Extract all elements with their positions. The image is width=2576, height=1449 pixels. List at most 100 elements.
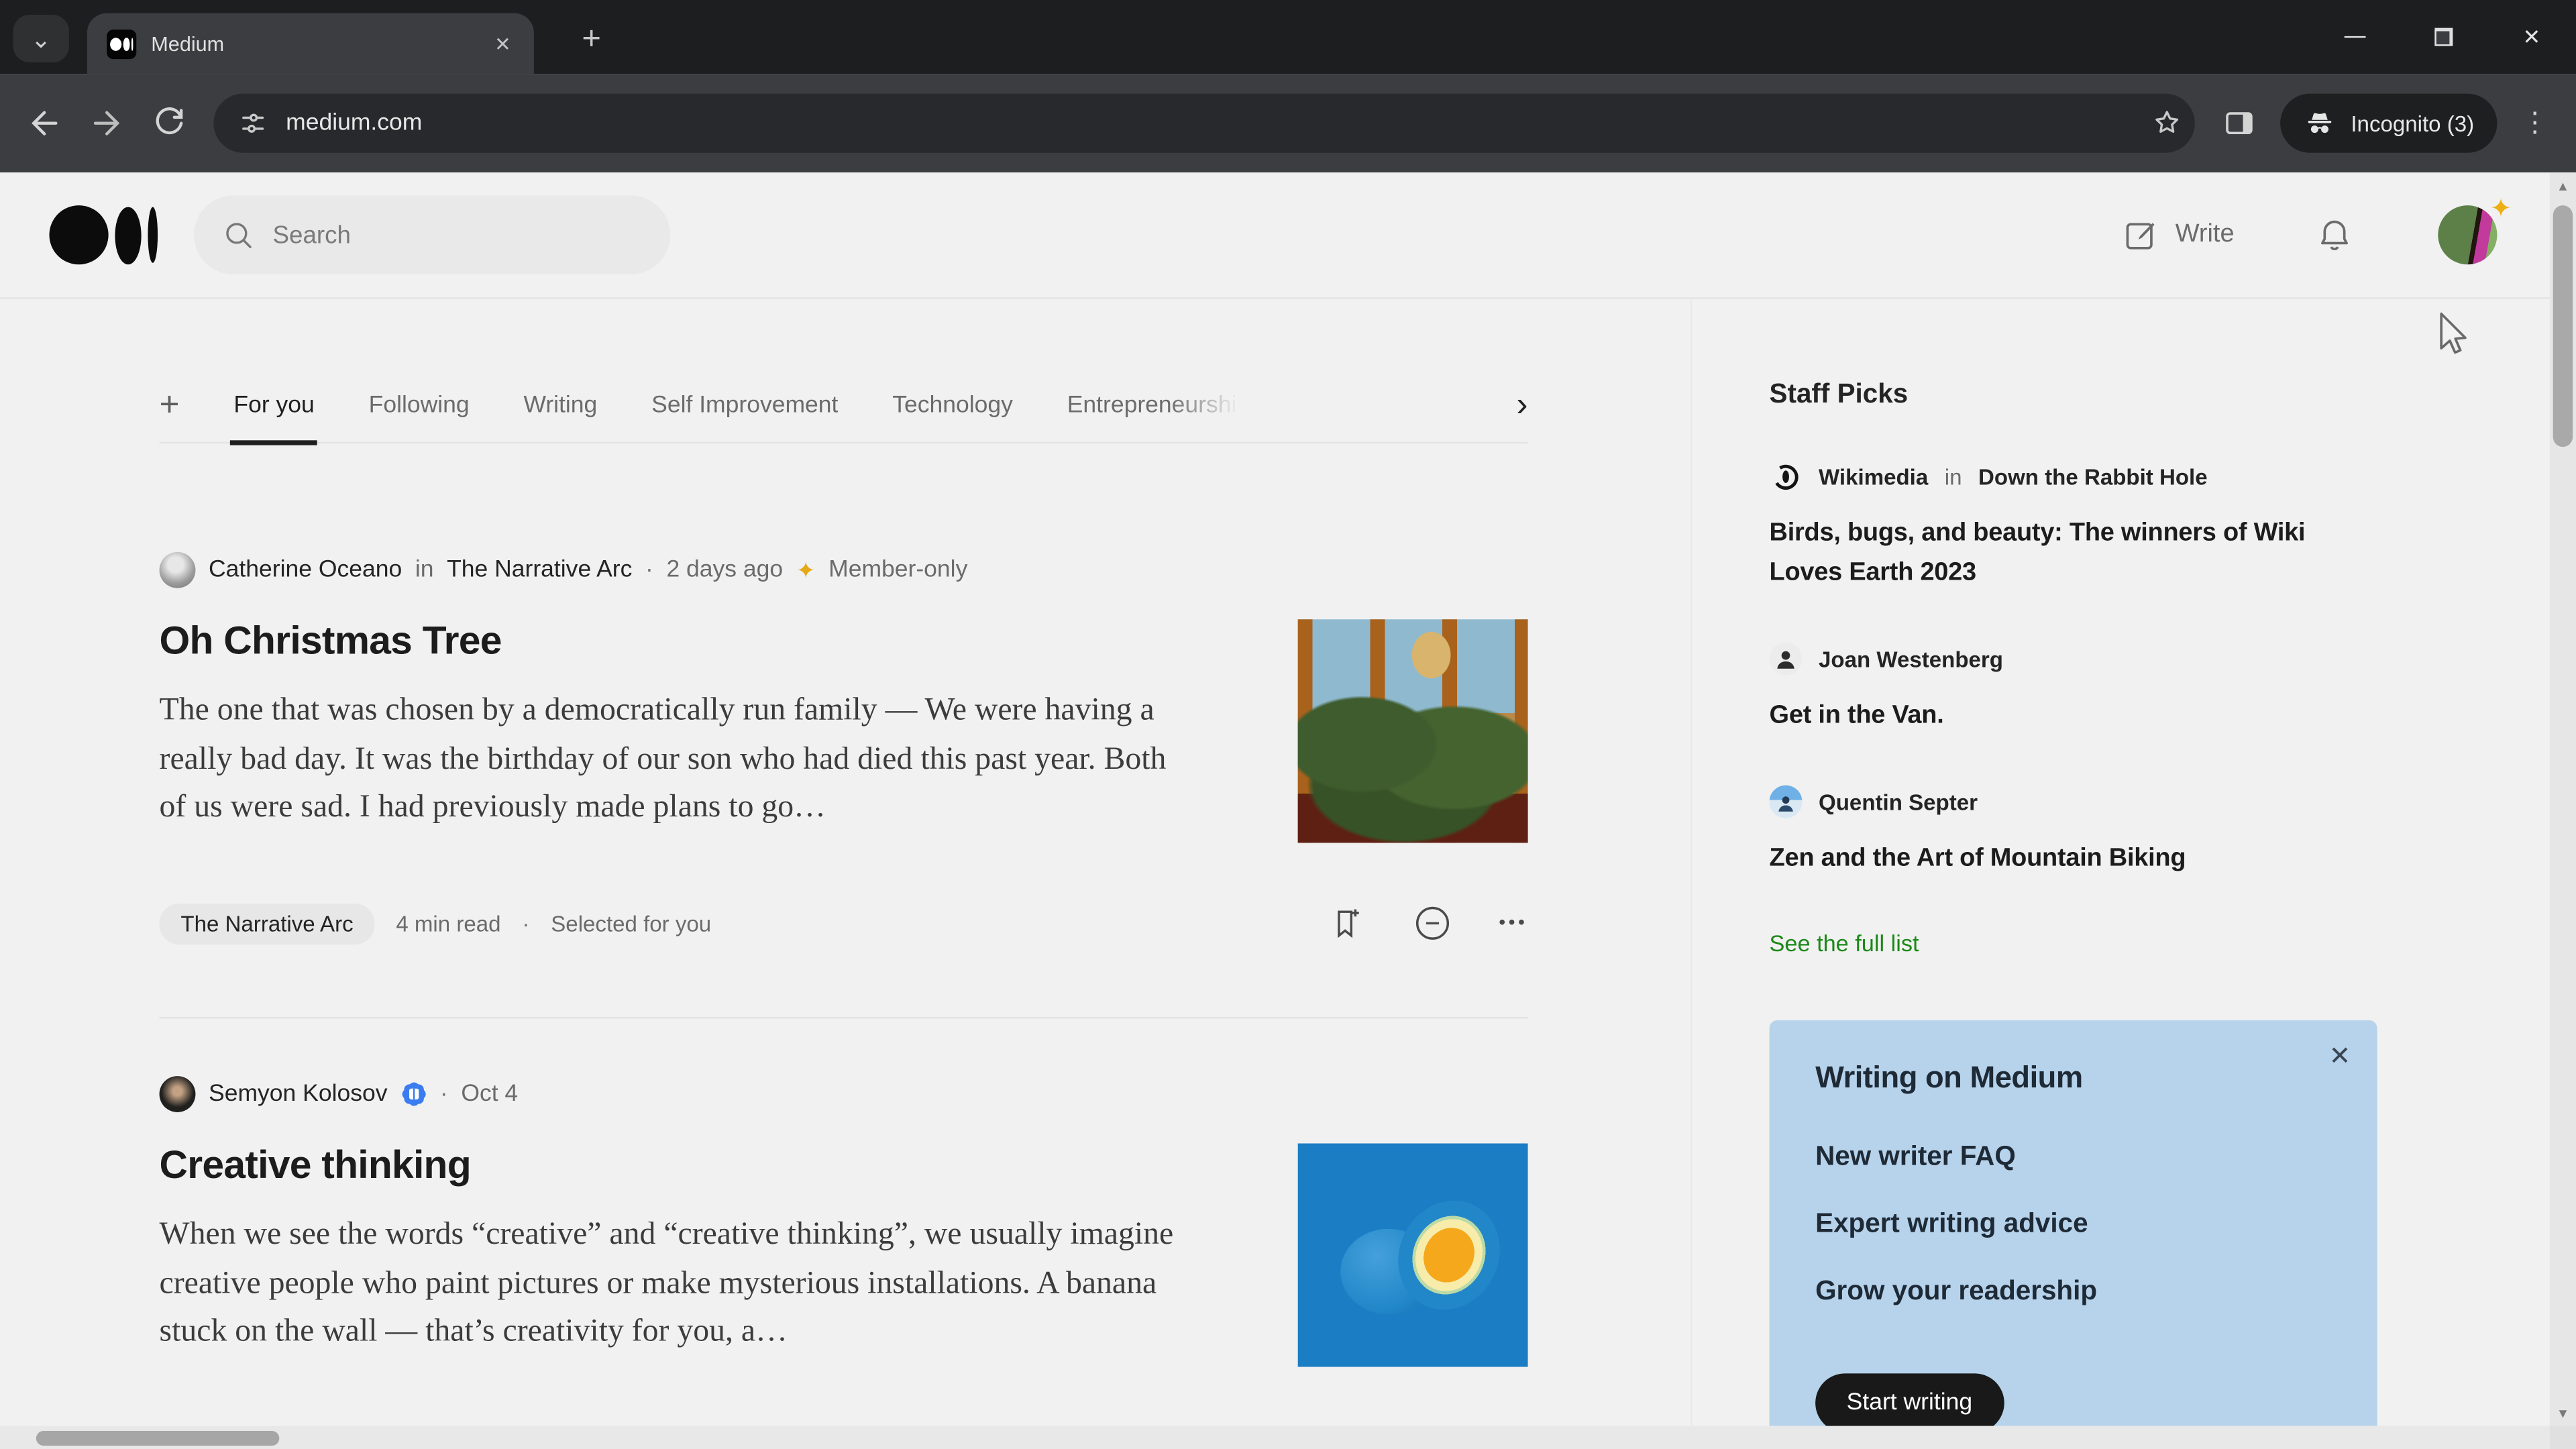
start-writing-button[interactable]: Start writing bbox=[1815, 1373, 2004, 1426]
search-icon bbox=[226, 223, 252, 248]
article-title[interactable]: Oh Christmas Tree bbox=[160, 619, 1211, 665]
staff-pick-item-2[interactable]: Joan Westenberg Get in the Van. bbox=[1769, 642, 2377, 737]
scrollbar-corner bbox=[2549, 1426, 2576, 1449]
window-restore-button[interactable] bbox=[2399, 0, 2487, 74]
tab-technology[interactable]: Technology bbox=[892, 369, 1013, 443]
separator: · bbox=[645, 557, 653, 584]
staff-pick-title[interactable]: Birds, bugs, and beauty: The winners of … bbox=[1770, 515, 2377, 594]
vertical-scroll-thumb[interactable] bbox=[2553, 205, 2573, 447]
article-thumbnail[interactable] bbox=[1297, 619, 1528, 843]
window-minimize-button[interactable] bbox=[2310, 0, 2398, 74]
vertical-scrollbar[interactable]: ▲ ▼ bbox=[2549, 172, 2576, 1426]
article-byline: Catherine Oceano in The Narrative Arc · … bbox=[159, 551, 1528, 588]
writing-on-medium-card: ✕ Writing on Medium New writer FAQ Exper… bbox=[1769, 1020, 2377, 1426]
browser-tab-medium[interactable]: Medium ✕ bbox=[87, 13, 534, 74]
tab-entrepreneurship[interactable]: Entrepreneurship bbox=[1067, 369, 1250, 443]
tabs-scroll-right-button[interactable]: › bbox=[1516, 369, 1527, 443]
new-tab-button[interactable]: + bbox=[568, 16, 614, 62]
add-topic-button[interactable]: + bbox=[160, 369, 180, 443]
publication-name[interactable]: The Narrative Arc bbox=[447, 557, 632, 583]
restore-icon bbox=[2434, 28, 2453, 46]
see-full-list-link[interactable]: See the full list bbox=[1770, 930, 2377, 956]
write-label: Write bbox=[2175, 220, 2235, 248]
author-avatar bbox=[1769, 642, 1803, 676]
tab-close-icon[interactable]: ✕ bbox=[491, 29, 514, 58]
medium-page: Write ✦ + For you Following Writing Self… bbox=[0, 172, 2576, 1426]
medium-logo[interactable] bbox=[49, 205, 158, 265]
bell-icon bbox=[2321, 220, 2348, 250]
premium-sparkle-icon: ✦ bbox=[2489, 195, 2512, 224]
article-footer: The Narrative Arc 4 min read · Selected … bbox=[159, 902, 1528, 945]
staff-pick-item-3[interactable]: Quentin Septer Zen and the Art of Mounta… bbox=[1769, 785, 2377, 879]
notifications-button[interactable] bbox=[2306, 207, 2362, 263]
scroll-down-arrow-icon[interactable]: ▼ bbox=[2550, 1406, 2576, 1421]
browser-toolbar: medium.com Incognito (3) ⋮ bbox=[0, 74, 2576, 173]
avatar-image bbox=[2438, 205, 2498, 265]
author-name[interactable]: Joan Westenberg bbox=[1819, 647, 2003, 672]
read-time: 4 min read bbox=[396, 910, 501, 936]
article-date: 2 days ago bbox=[666, 557, 784, 584]
write-icon bbox=[2126, 223, 2155, 250]
reload-button[interactable] bbox=[142, 95, 197, 151]
medium-favicon-icon bbox=[107, 28, 137, 58]
minimize-icon bbox=[2343, 36, 2365, 38]
tab-following[interactable]: Following bbox=[369, 369, 470, 443]
feed-column: + For you Following Writing Self Improve… bbox=[159, 369, 1528, 1367]
bookmark-star-icon[interactable] bbox=[2149, 105, 2185, 142]
user-avatar[interactable]: ✦ bbox=[2438, 195, 2512, 265]
selected-for-you-label: Selected for you bbox=[551, 910, 712, 936]
article-thumbnail[interactable] bbox=[1297, 1143, 1528, 1367]
author-avatar[interactable] bbox=[159, 1076, 196, 1112]
card-title: Writing on Medium bbox=[1815, 1059, 2083, 1095]
separator: · bbox=[439, 1081, 448, 1108]
incognito-icon bbox=[2308, 113, 2332, 133]
author-name[interactable]: Catherine Oceano bbox=[209, 557, 402, 583]
screen: ⌄ Medium ✕ + ✕ medium.com Incognito (3) … bbox=[0, 0, 2576, 1449]
incognito-badge[interactable]: Incognito (3) bbox=[2280, 93, 2498, 153]
staff-pick-item-1[interactable]: Wikimedia in Down the Rabbit Hole Birds,… bbox=[1770, 460, 2377, 593]
publication-name[interactable]: Down the Rabbit Hole bbox=[1978, 464, 2208, 489]
horizontal-scrollbar[interactable] bbox=[0, 1426, 2550, 1449]
staff-pick-title[interactable]: Get in the Van. bbox=[1770, 696, 2377, 736]
mouse-cursor bbox=[2440, 312, 2467, 354]
tab-self-improvement[interactable]: Self Improvement bbox=[651, 369, 838, 443]
browser-menu-button[interactable]: ⋮ bbox=[2510, 107, 2559, 140]
link-expert-writing-advice[interactable]: Expert writing advice bbox=[1815, 1210, 2331, 1250]
site-settings-icon bbox=[242, 113, 264, 133]
article-excerpt[interactable]: The one that was chosen by a democratica… bbox=[160, 687, 1178, 833]
tab-title: Medium bbox=[151, 32, 225, 56]
tab-writing[interactable]: Writing bbox=[523, 369, 597, 443]
show-less-icon[interactable] bbox=[1412, 902, 1455, 945]
side-panel-button[interactable] bbox=[2211, 95, 2267, 151]
search-input[interactable] bbox=[272, 221, 602, 250]
staff-pick-title[interactable]: Zen and the Art of Mountain Biking bbox=[1770, 840, 2377, 879]
more-options-icon[interactable]: ••• bbox=[1499, 914, 1528, 933]
author-name[interactable]: Semyon Kolosov bbox=[209, 1081, 387, 1107]
write-button[interactable]: Write bbox=[2121, 215, 2235, 255]
tab-for-you[interactable]: For you bbox=[230, 369, 319, 445]
scroll-up-arrow-icon[interactable]: ▲ bbox=[2550, 179, 2576, 194]
link-new-writer-faq[interactable]: New writer FAQ bbox=[1815, 1142, 2331, 1183]
back-button[interactable] bbox=[16, 95, 72, 151]
browser-tab-strip: ⌄ Medium ✕ + ✕ bbox=[0, 0, 2576, 74]
window-close-button[interactable]: ✕ bbox=[2487, 0, 2576, 74]
author-name[interactable]: Wikimedia bbox=[1819, 464, 1928, 489]
search-bar[interactable] bbox=[193, 195, 671, 274]
article-excerpt[interactable]: When we see the words “creative” and “cr… bbox=[160, 1211, 1178, 1357]
horizontal-scroll-thumb[interactable] bbox=[36, 1430, 280, 1445]
link-grow-your-readership[interactable]: Grow your readership bbox=[1815, 1277, 2331, 1318]
card-close-icon[interactable]: ✕ bbox=[2329, 1040, 2351, 1073]
forward-arrow-icon bbox=[93, 111, 120, 136]
side-panel-icon bbox=[2226, 112, 2253, 135]
column-divider bbox=[1690, 299, 1693, 1426]
tab-search-button[interactable]: ⌄ bbox=[13, 15, 69, 63]
bookmark-add-icon[interactable] bbox=[1328, 904, 1368, 943]
url-bar[interactable]: medium.com bbox=[213, 93, 2195, 153]
url-text: medium.com bbox=[286, 110, 423, 137]
forward-button[interactable] bbox=[79, 95, 135, 151]
incognito-label: Incognito (3) bbox=[2351, 111, 2475, 136]
author-name[interactable]: Quentin Septer bbox=[1819, 790, 1978, 814]
topic-pill[interactable]: The Narrative Arc bbox=[159, 902, 375, 944]
author-avatar[interactable] bbox=[159, 551, 196, 588]
article-title[interactable]: Creative thinking bbox=[160, 1143, 1211, 1189]
